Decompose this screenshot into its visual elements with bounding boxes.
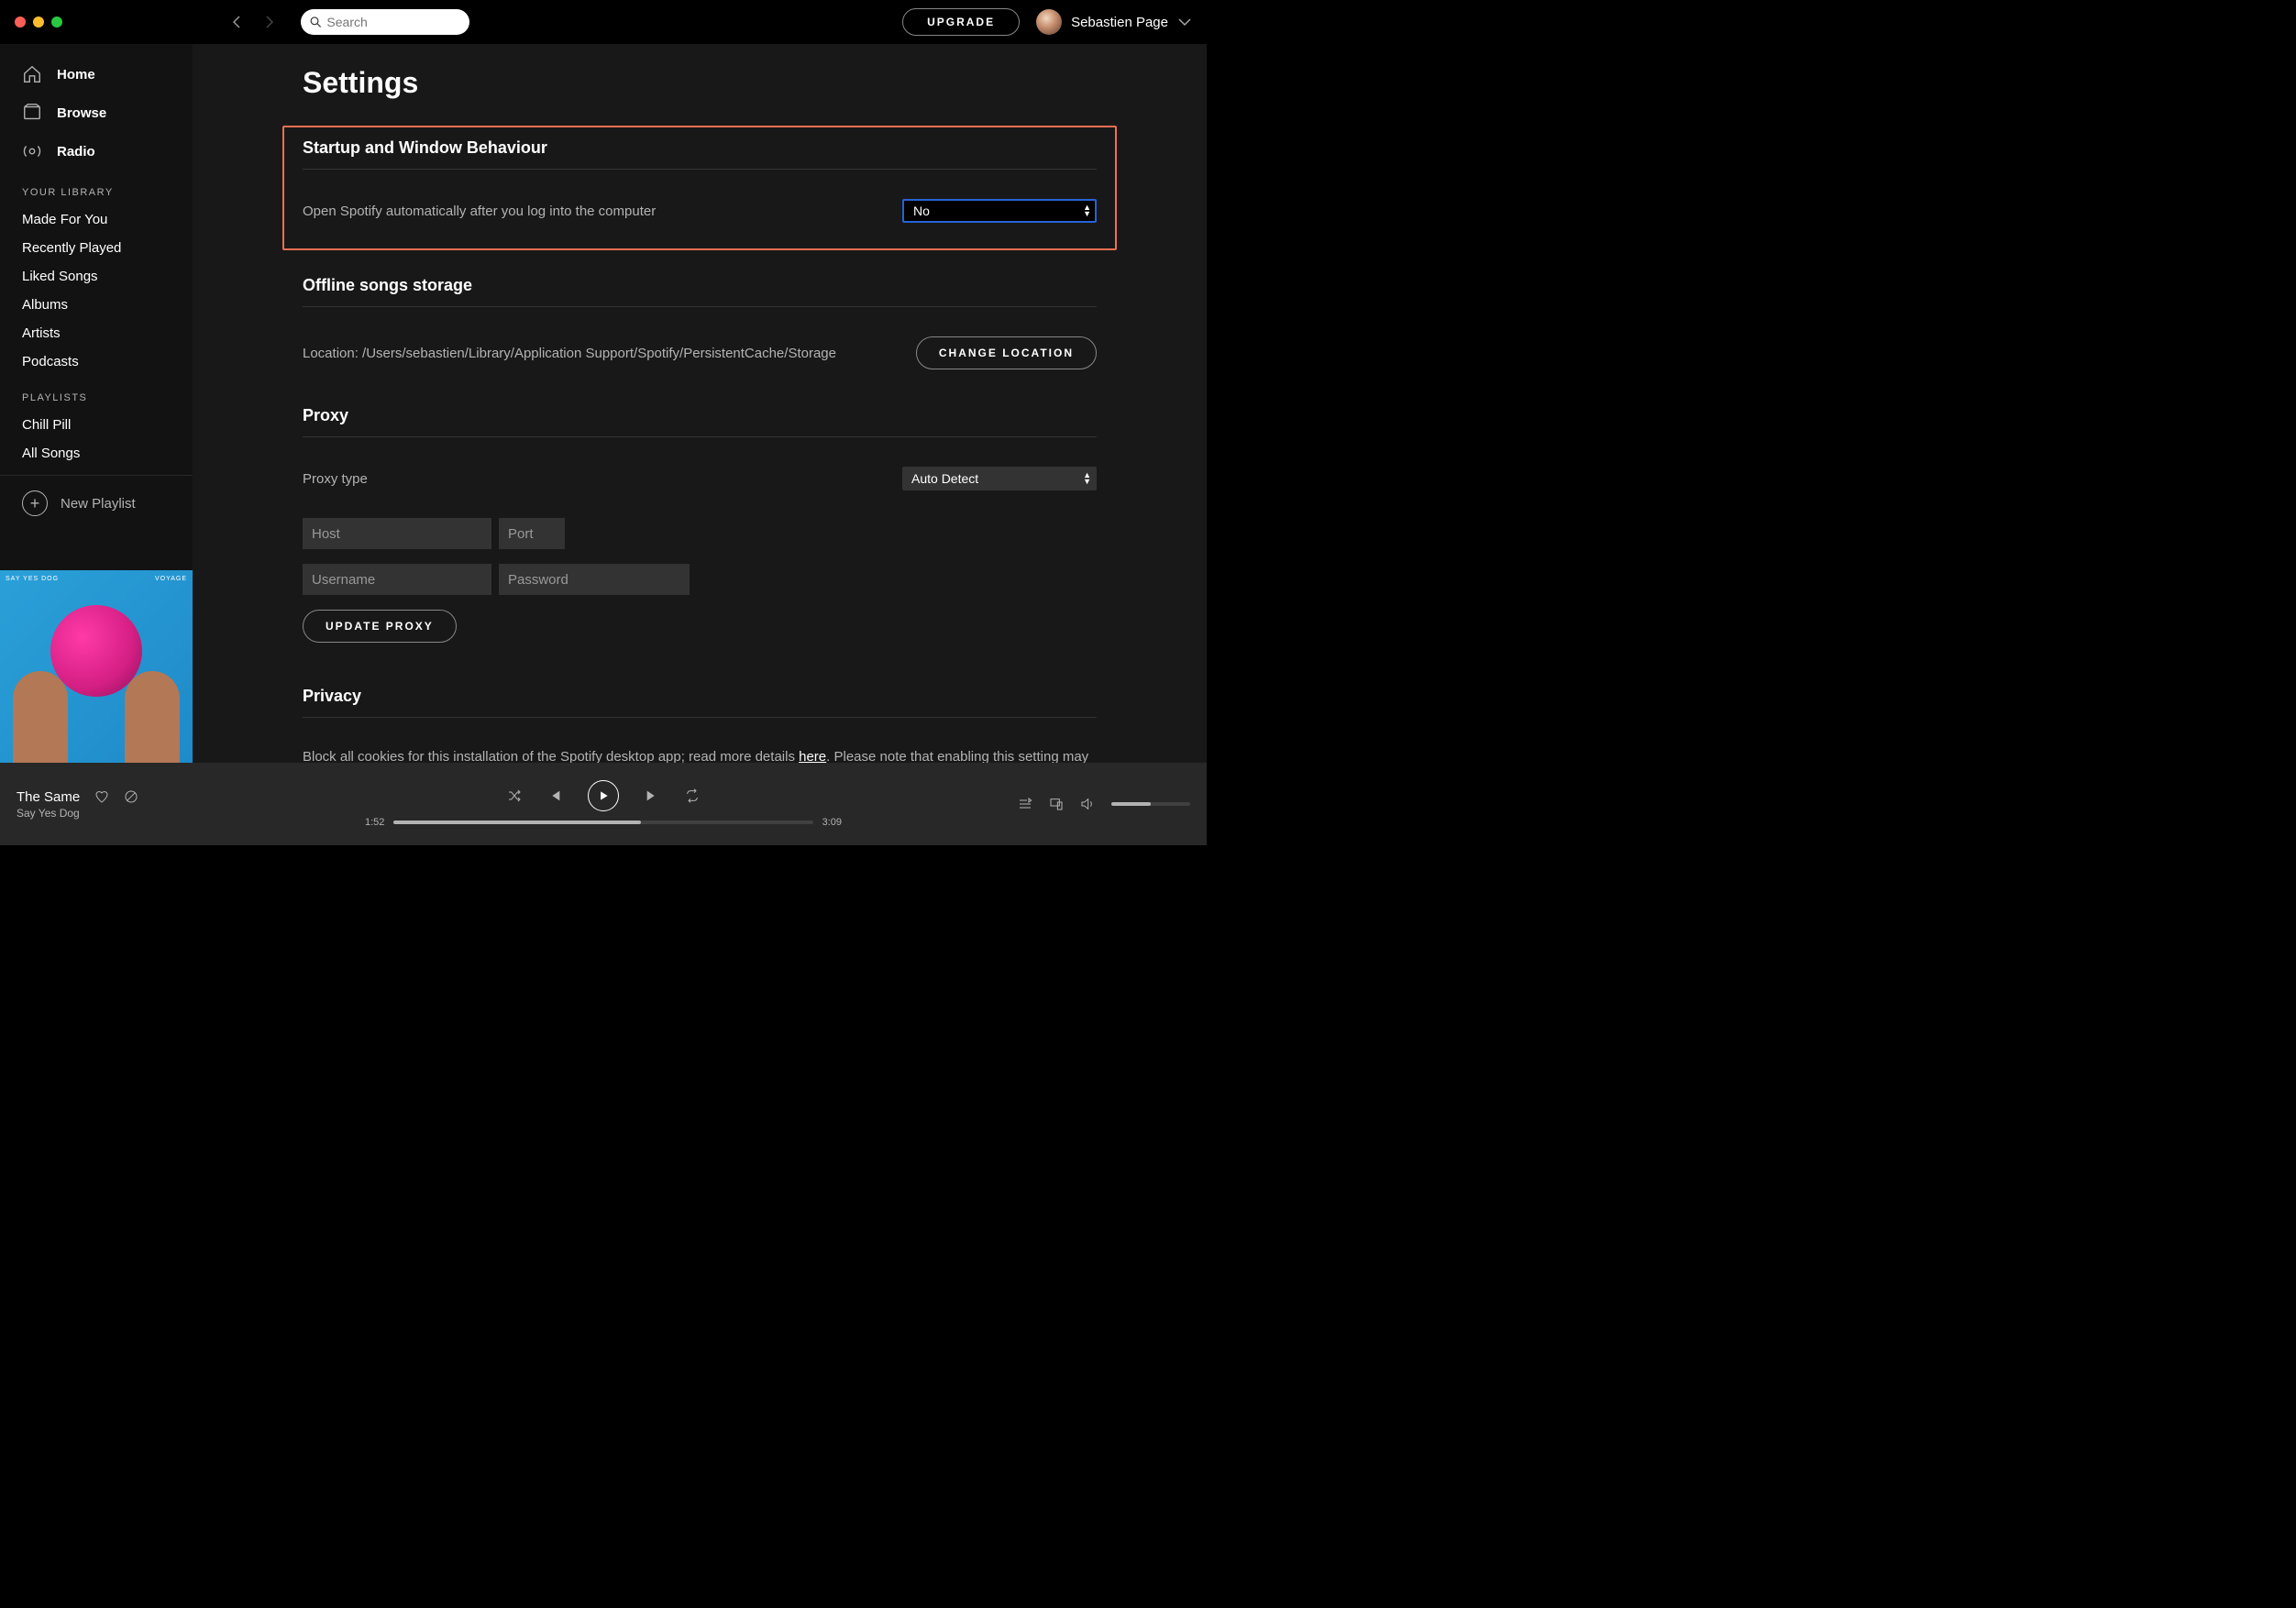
chevron-down-icon (1177, 15, 1192, 29)
progress-bar[interactable] (393, 821, 812, 824)
nav-forward-button[interactable] (260, 13, 279, 31)
sidebar-playlist-chill-pill[interactable]: Chill Pill (0, 411, 193, 439)
heart-icon[interactable] (94, 789, 109, 804)
sidebar-item-label: Home (57, 67, 95, 83)
radio-icon (22, 141, 42, 161)
offline-location-text: Location: /Users/sebastien/Library/Appli… (303, 346, 836, 361)
proxy-type-select-wrap: Auto Detect ▲▼ (902, 467, 1097, 490)
sidebar-item-browse[interactable]: Browse (11, 94, 182, 132)
sidebar-item-artists[interactable]: Artists (0, 319, 193, 347)
proxy-port-input[interactable] (499, 518, 565, 549)
open-auto-select-wrap: No ▲▼ (902, 199, 1097, 223)
sidebar-item-liked-songs[interactable]: Liked Songs (0, 262, 193, 291)
progress-fill (393, 821, 641, 824)
close-window-button[interactable] (15, 17, 26, 28)
sidebar-item-label: Radio (57, 144, 95, 160)
previous-button[interactable] (547, 788, 562, 803)
update-proxy-button[interactable]: UPDATE PROXY (303, 610, 457, 643)
sidebar-item-radio[interactable]: Radio (11, 132, 182, 171)
offline-heading: Offline songs storage (303, 276, 1097, 295)
main-content: Settings Startup and Window Behaviour Op… (193, 44, 1207, 763)
elapsed-time: 1:52 (365, 817, 384, 828)
privacy-text: Block all cookies for this installation … (303, 736, 1097, 763)
titlebar: UPGRADE Sebastien Page (0, 0, 1207, 44)
proxy-host-input[interactable] (303, 518, 491, 549)
shuffle-button[interactable] (507, 788, 522, 803)
sidebar-playlist-all-songs[interactable]: All Songs (0, 439, 193, 468)
now-playing-album-art[interactable]: SAY YES DOG VOYAGE (0, 570, 193, 763)
proxy-type-select[interactable]: Auto Detect (902, 467, 1097, 490)
divider (303, 436, 1097, 437)
play-button[interactable] (588, 780, 619, 811)
divider (303, 169, 1097, 170)
search-input[interactable] (326, 15, 460, 29)
repeat-button[interactable] (685, 788, 700, 803)
sidebar-item-made-for-you[interactable]: Made For You (0, 205, 193, 234)
nav-arrows (227, 13, 279, 31)
playlists-heading: PLAYLISTS (0, 376, 193, 411)
proxy-type-label: Proxy type (303, 471, 368, 487)
album-art-artist: SAY YES DOG (6, 576, 59, 582)
search-field[interactable] (301, 9, 469, 35)
browse-icon (22, 103, 42, 123)
library-heading: YOUR LIBRARY (0, 171, 193, 205)
sidebar: Home Browse Radio YOUR LIBRARY Made For … (0, 44, 193, 763)
devices-button[interactable] (1049, 797, 1064, 811)
queue-button[interactable] (1018, 797, 1032, 811)
home-icon (22, 64, 42, 84)
divider (303, 306, 1097, 307)
upgrade-button[interactable]: UPGRADE (902, 8, 1020, 36)
plus-icon: + (22, 490, 48, 516)
avatar (1036, 9, 1062, 35)
privacy-heading: Privacy (303, 687, 1097, 706)
sidebar-item-home[interactable]: Home (11, 55, 182, 94)
change-location-button[interactable]: CHANGE LOCATION (916, 336, 1097, 369)
volume-bar[interactable] (1111, 802, 1190, 806)
user-menu[interactable]: Sebastien Page (1036, 9, 1192, 35)
proxy-heading: Proxy (303, 406, 1097, 425)
sidebar-item-podcasts[interactable]: Podcasts (0, 347, 193, 376)
album-art-album: VOYAGE (155, 576, 187, 582)
proxy-password-input[interactable] (499, 564, 690, 595)
proxy-username-input[interactable] (303, 564, 491, 595)
maximize-window-button[interactable] (51, 17, 62, 28)
username-label: Sebastien Page (1071, 15, 1168, 30)
page-title: Settings (303, 66, 1097, 100)
next-button[interactable] (645, 788, 659, 803)
startup-highlight-box: Startup and Window Behaviour Open Spotif… (282, 126, 1117, 250)
nav-back-button[interactable] (227, 13, 246, 31)
window-controls (15, 17, 62, 28)
minimize-window-button[interactable] (33, 17, 44, 28)
open-auto-label: Open Spotify automatically after you log… (303, 204, 656, 219)
privacy-link[interactable]: here (799, 749, 826, 763)
duration-time: 3:09 (822, 817, 842, 828)
sidebar-item-label: Browse (57, 105, 106, 121)
player-bar: The Same Say Yes Dog (0, 763, 1207, 845)
divider (303, 717, 1097, 718)
volume-fill (1111, 802, 1151, 806)
now-playing-artist[interactable]: Say Yes Dog (17, 807, 255, 820)
volume-icon[interactable] (1080, 797, 1095, 811)
startup-heading: Startup and Window Behaviour (303, 138, 1097, 158)
sidebar-item-recently-played[interactable]: Recently Played (0, 234, 193, 262)
open-auto-select[interactable]: No (902, 199, 1097, 223)
ban-icon[interactable] (124, 789, 138, 804)
now-playing-title[interactable]: The Same (17, 789, 80, 805)
new-playlist-label: New Playlist (61, 496, 136, 512)
new-playlist-button[interactable]: + New Playlist (0, 476, 193, 531)
sidebar-item-albums[interactable]: Albums (0, 291, 193, 319)
search-icon (310, 16, 321, 28)
